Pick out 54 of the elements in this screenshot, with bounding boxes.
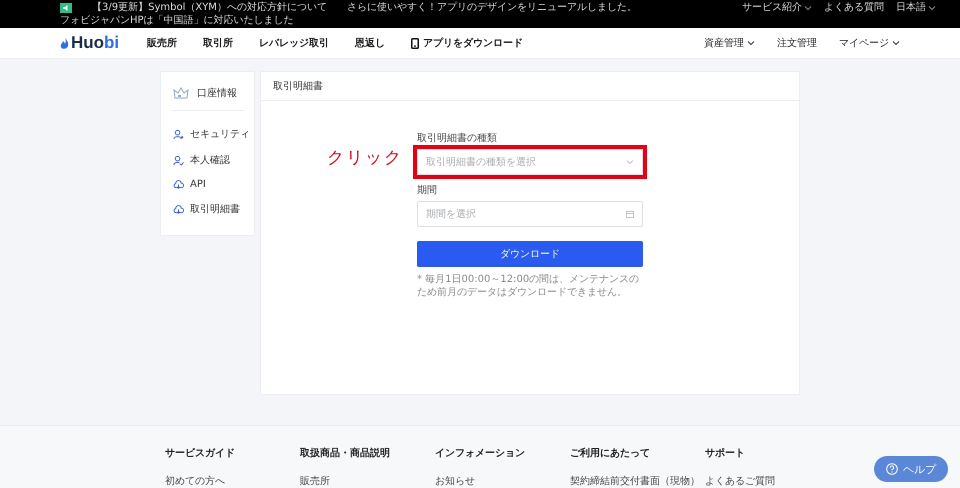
cloud-icon xyxy=(173,204,184,214)
chevron-down-icon xyxy=(626,158,634,166)
top-menu-link[interactable]: 日本語 xyxy=(896,1,936,14)
page-title: 取引明細書 xyxy=(261,72,799,101)
footer-link[interactable]: 初めての方へ xyxy=(165,474,300,488)
footer-heading: サポート xyxy=(705,447,746,460)
field-label: 期間 xyxy=(417,184,438,197)
chevron-down-icon xyxy=(804,4,812,12)
nav-menu-link[interactable]: マイページ xyxy=(839,36,900,50)
sidebar-item[interactable]: API xyxy=(171,173,244,196)
footer-heading: インフォメーション xyxy=(435,447,526,460)
field-label: 取引明細書の種類 xyxy=(417,132,498,145)
top-menu-link[interactable]: サービス紹介 xyxy=(742,1,812,14)
phone-icon xyxy=(411,38,420,48)
user-icon xyxy=(173,128,184,140)
account-info-heading: 口座情報 xyxy=(197,86,237,100)
logo[interactable]: Huobi xyxy=(60,33,120,53)
footer-heading: サービスガイド xyxy=(165,446,236,460)
nav-link[interactable]: 販売所 xyxy=(147,36,178,50)
date-field[interactable]: 期間を選択 xyxy=(417,201,643,227)
nav-link[interactable]: 恩返し xyxy=(355,36,386,50)
footer-link[interactable]: 販売所 xyxy=(300,474,435,488)
nav-link[interactable]: 取引所 xyxy=(203,36,234,50)
footer-link[interactable]: お知らせ xyxy=(435,474,570,488)
help-button[interactable]: ヘルプ xyxy=(874,456,948,482)
download-button[interactable]: ダウンロード xyxy=(417,241,643,267)
annotation-label: クリック xyxy=(327,147,403,169)
announcement-link[interactable]: フォビジャパンHPは「中国語」に対応いたしました xyxy=(60,14,294,27)
nav-menu-link[interactable]: 注文管理 xyxy=(777,36,817,50)
chevron-down-icon xyxy=(928,4,936,12)
sidebar-item[interactable]: 本人確認 xyxy=(171,147,244,173)
footer-heading: ご利用にあたって xyxy=(570,446,651,460)
footer-heading: 取扱商品・商品説明 xyxy=(300,446,391,460)
select-field[interactable]: 取引明細書の種類を選択 xyxy=(417,149,643,175)
user-check-icon xyxy=(173,154,184,166)
question-icon xyxy=(886,463,898,475)
top-menu-link[interactable]: よくある質問 xyxy=(824,1,884,14)
announcement-link[interactable]: さらに使いやすく！アプリのデザインをリニューアルしました。 xyxy=(346,1,637,14)
nav-link[interactable]: レバレッジ取引 xyxy=(259,36,330,50)
calendar-icon xyxy=(626,210,634,218)
nav-link[interactable]: アプリをダウンロード xyxy=(411,36,524,50)
sidebar-item[interactable]: 取引明細書 xyxy=(171,196,244,222)
footer-link[interactable]: よくあるご質問 xyxy=(705,474,840,488)
footer-link[interactable]: 契約締結前交付書面（現物） xyxy=(570,474,705,488)
chevron-down-icon xyxy=(892,39,900,47)
flame-icon xyxy=(60,36,69,50)
speaker-icon xyxy=(60,2,72,12)
chevron-down-icon xyxy=(747,39,755,47)
logo-text: Huobi xyxy=(71,33,120,53)
nav-menu-link[interactable]: 資産管理 xyxy=(704,36,755,50)
announcement-link[interactable]: 【3/9更新】Symbol（XYM）への対応方針について xyxy=(92,1,327,14)
crown-icon xyxy=(173,86,189,100)
note-text: * 毎月1日00:00～12:00の間は、メンテナンスのため前月のデータはダウンロードできません。 xyxy=(417,273,640,299)
cloud-icon xyxy=(173,179,184,190)
